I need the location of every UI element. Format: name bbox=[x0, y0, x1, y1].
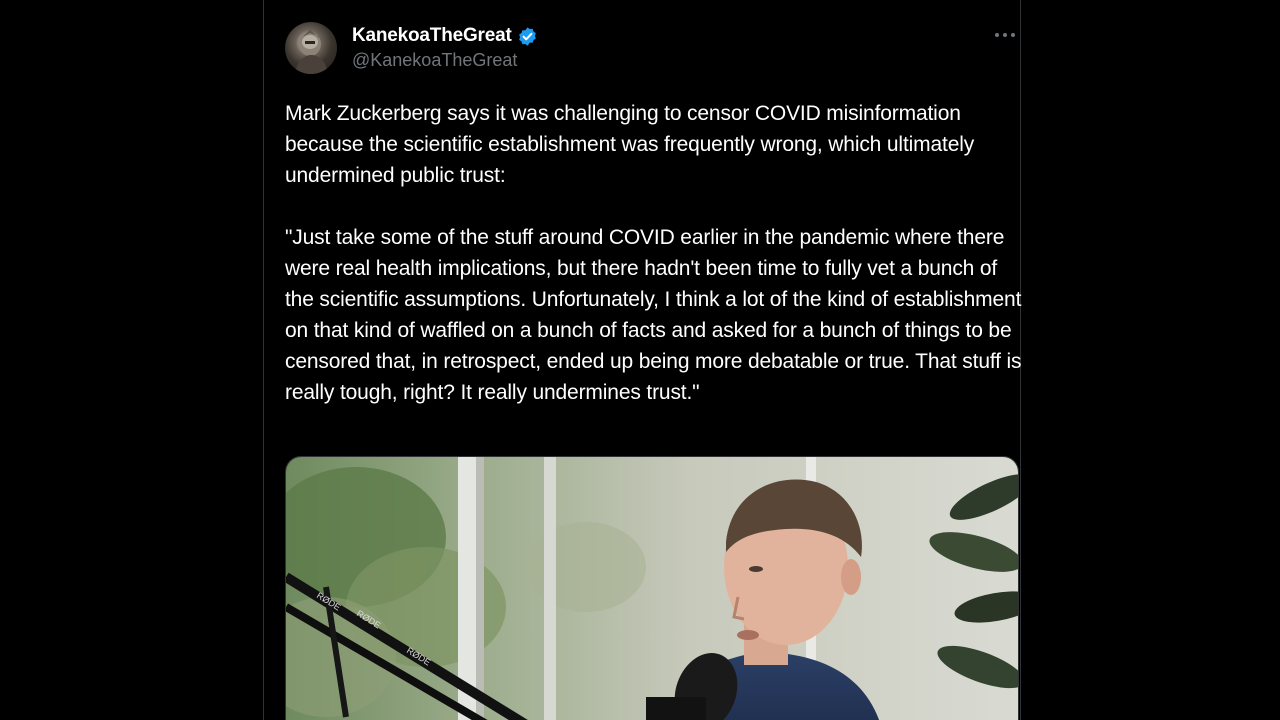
more-horizontal-icon bbox=[995, 33, 1015, 37]
tweet-paragraph: Mark Zuckerberg says it was challenging … bbox=[285, 102, 975, 187]
author-display-name[interactable]: KanekoaTheGreat bbox=[352, 25, 512, 47]
tweet-media-video[interactable]: RØDE RØDE RØDE bbox=[285, 456, 1019, 720]
author-avatar[interactable] bbox=[285, 22, 337, 74]
author-handle[interactable]: @KanekoaTheGreat bbox=[352, 50, 517, 71]
more-options-button[interactable] bbox=[990, 22, 1020, 48]
avatar-image bbox=[295, 30, 328, 74]
tweet-quote-paragraph: "Just take some of the stuff around COVI… bbox=[285, 226, 1022, 404]
author-name-row: KanekoaTheGreat bbox=[352, 24, 538, 48]
tweet-text: Mark Zuckerberg says it was challenging … bbox=[285, 98, 1030, 408]
video-still-image: RØDE RØDE RØDE bbox=[286, 457, 1018, 720]
verified-badge-icon bbox=[517, 26, 538, 47]
